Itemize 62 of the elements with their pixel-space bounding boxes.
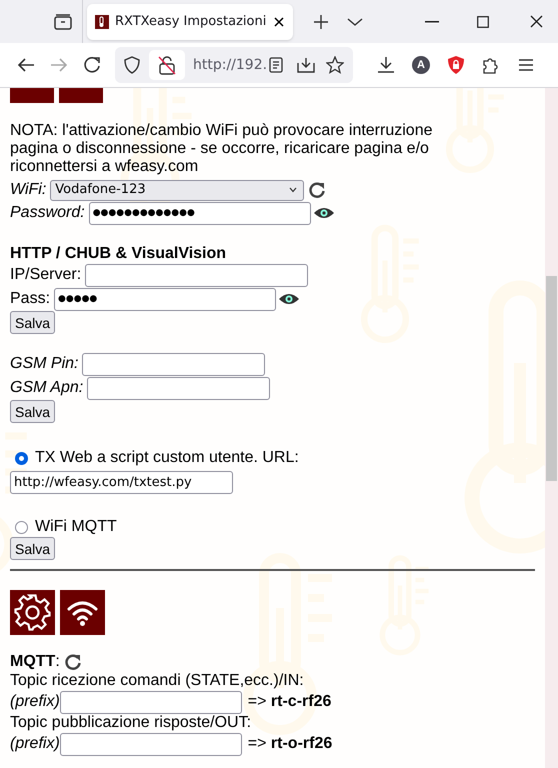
prefix-field[interactable]: [60, 732, 242, 756]
chevron-down-icon: [289, 187, 298, 193]
close-icon[interactable]: [530, 15, 543, 28]
chevron-down-icon[interactable]: [347, 16, 363, 26]
eye-icon[interactable]: [312, 206, 335, 220]
pass-label: Pass:: [10, 290, 50, 308]
wifi-label: WiFi:: [10, 181, 46, 199]
topic-label: Topic ricezione comandi (STATE,ecc.)/IN:: [10, 672, 305, 690]
section-heading: HTTP / CHUB & VisualVision: [10, 245, 228, 263]
back-icon[interactable]: [17, 57, 35, 73]
menu-icon[interactable]: [518, 58, 534, 72]
download-icon[interactable]: [377, 56, 395, 74]
topic-result: => rt-o-rf26: [248, 735, 332, 753]
prefix-label: (prefix): [10, 693, 60, 711]
minimize-icon[interactable]: [425, 20, 439, 22]
radio-label: TX Web a script custom utente. URL:: [35, 449, 299, 467]
tab-tray-icon[interactable]: [53, 12, 73, 30]
url-field[interactable]: http://wfeasy.com/txtest.py: [10, 471, 233, 494]
password-field[interactable]: ●●●●●●●●●●●●●: [88, 202, 311, 224]
close-icon[interactable]: [273, 16, 285, 28]
puzzle-icon[interactable]: [482, 56, 500, 74]
account-avatar[interactable]: A: [412, 56, 430, 74]
topic-label: Topic pubblicazione risposte/OUT:: [10, 714, 252, 732]
refresh-icon[interactable]: [62, 652, 83, 672]
eye-icon[interactable]: [278, 292, 300, 306]
gsm-apn-field[interactable]: [87, 376, 270, 400]
gsm-pin-field[interactable]: [82, 352, 266, 376]
address-bar[interactable]: http://192.: [115, 47, 353, 83]
mqtt-label: MQTT:: [10, 653, 60, 671]
insecure-lock-icon[interactable]: [158, 55, 176, 75]
ip-server-field[interactable]: [85, 264, 308, 286]
wifi-icon[interactable]: [60, 590, 105, 635]
shield-lock-icon[interactable]: [447, 55, 465, 75]
prefix-field[interactable]: [60, 690, 242, 714]
thermometer-icon: [95, 14, 109, 28]
maximize-icon[interactable]: [477, 16, 489, 28]
topic-result: => rt-c-rf26: [248, 693, 332, 711]
note-text: NOTA: l'attivazione/cambio WiFi può provocare interruzione pagina o disconnessione - se occorre, ricaricare pagina e/o riconnettersi a wfeasy.com: [10, 122, 434, 176]
refresh-icon[interactable]: [307, 180, 328, 200]
wifi-select[interactable]: Vodafone-123: [50, 180, 304, 200]
save-button[interactable]: Salva: [10, 311, 56, 334]
prefix-label: (prefix): [10, 735, 60, 753]
gsm-pin-label: GSM Pin:: [10, 355, 78, 373]
new-tab-icon[interactable]: [313, 14, 329, 30]
password-label: Password:: [10, 204, 85, 222]
gsm-apn-label: GSM Apn:: [10, 379, 84, 397]
save-page-icon[interactable]: [297, 57, 315, 73]
browser-tab[interactable]: RXTXeasy Impostazioni: [87, 4, 293, 40]
radio-button[interactable]: [15, 520, 28, 534]
reload-icon[interactable]: [83, 56, 101, 74]
shield-icon[interactable]: [124, 56, 140, 74]
radio-button[interactable]: [15, 452, 28, 464]
reader-view-icon[interactable]: [269, 57, 283, 73]
radio-label: WiFi MQTT: [35, 518, 117, 536]
save-button[interactable]: Salva: [10, 400, 56, 423]
star-icon[interactable]: [326, 56, 344, 74]
pass-field[interactable]: ●●●●●: [54, 288, 276, 310]
ip-server-label: IP/Server:: [10, 266, 82, 284]
gear-icon[interactable]: [10, 590, 55, 635]
save-button[interactable]: Salva: [10, 537, 56, 560]
tab-title: RXTXeasy Impostazioni: [115, 12, 266, 31]
url-text[interactable]: http://192.: [193, 54, 268, 76]
